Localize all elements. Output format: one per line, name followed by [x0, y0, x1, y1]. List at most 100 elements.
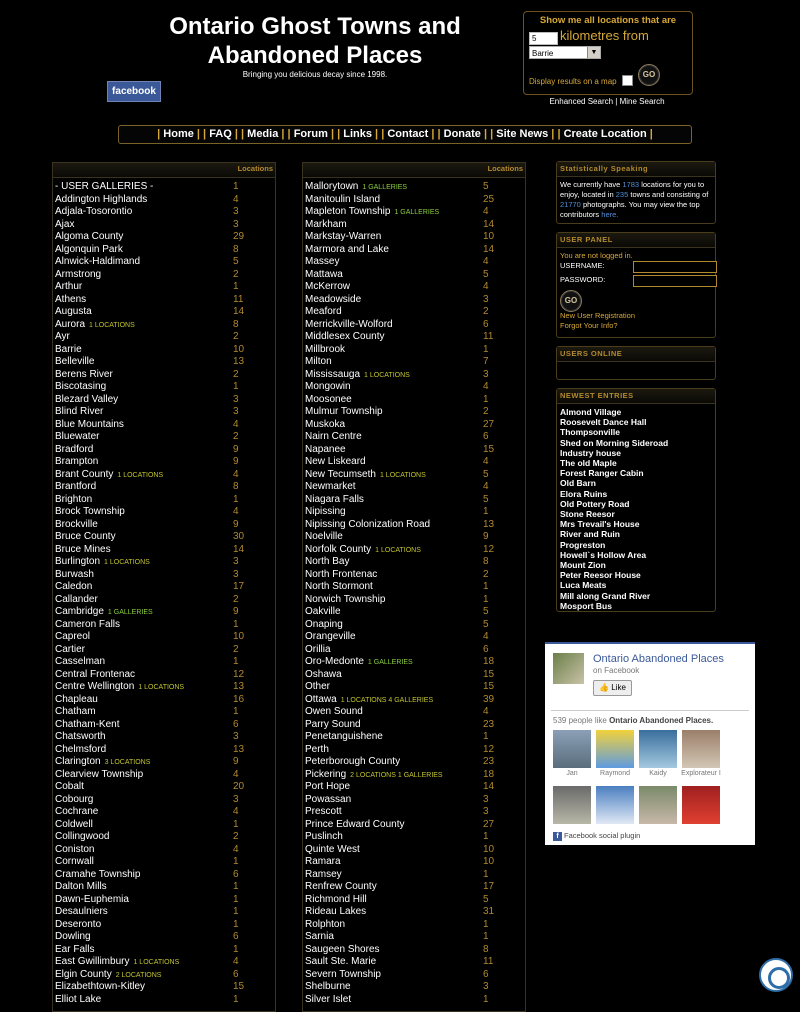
location-name[interactable]: Sarnia: [305, 931, 334, 944]
location-extra-badge[interactable]: 1 GALLERIES: [394, 209, 439, 216]
newest-entry-link[interactable]: Howell`s Hollow Area: [560, 550, 712, 560]
location-row[interactable]: Cobalt 20: [53, 781, 275, 794]
location-name[interactable]: Chelmsford: [55, 744, 106, 757]
location-row[interactable]: Shelburne 3: [303, 981, 525, 994]
nav-item-site-news[interactable]: Site News: [496, 128, 548, 140]
top-contributors-link[interactable]: here.: [601, 210, 618, 219]
nav-item-media[interactable]: Media: [247, 128, 278, 140]
location-row[interactable]: Ayr 2: [53, 331, 275, 344]
location-name[interactable]: Norwich Township: [305, 594, 385, 607]
register-link[interactable]: New User Registration: [560, 311, 712, 321]
location-row[interactable]: Richmond Hill 5: [303, 894, 525, 907]
location-row[interactable]: Brighton 1: [53, 494, 275, 507]
location-row[interactable]: Callander 2: [53, 594, 275, 607]
location-row[interactable]: Saugeen Shores 8: [303, 944, 525, 957]
newest-entry-link[interactable]: Mount Zion: [560, 560, 712, 570]
location-name[interactable]: Cartier: [55, 644, 85, 657]
location-name[interactable]: Cambridge 1 GALLERIES: [55, 606, 153, 620]
location-name[interactable]: Chatham: [55, 706, 96, 719]
username-input[interactable]: [633, 261, 717, 273]
newest-entry-link[interactable]: Old Barn: [560, 478, 712, 488]
location-name[interactable]: Moosonee: [305, 394, 352, 407]
location-row[interactable]: Dalton Mills 1: [53, 881, 275, 894]
location-row[interactable]: Brant County 1 LOCATIONS 4: [53, 469, 275, 482]
location-name[interactable]: Renfrew County: [305, 881, 377, 894]
location-name[interactable]: Brighton: [55, 494, 92, 507]
location-row[interactable]: Collingwood 2: [53, 831, 275, 844]
location-name[interactable]: Ajax: [55, 219, 74, 232]
newest-entry-link[interactable]: Peter Reesor House: [560, 570, 712, 580]
newest-entry-link[interactable]: Progreston: [560, 540, 712, 550]
location-name[interactable]: Shelburne: [305, 981, 351, 994]
location-name[interactable]: Penetanguishene: [305, 731, 383, 744]
location-extra-badge[interactable]: 1 GALLERIES: [362, 184, 407, 191]
location-name[interactable]: Severn Township: [305, 969, 381, 982]
location-name[interactable]: Prince Edward County: [305, 819, 405, 832]
newest-entry-link[interactable]: Luca Meats: [560, 580, 712, 590]
location-row[interactable]: Mongowin 4: [303, 381, 525, 394]
fan-name[interactable]: Jan: [552, 770, 592, 777]
location-name[interactable]: North Frontenac: [305, 569, 377, 582]
fb-page-name[interactable]: Ontario Abandoned Places: [593, 653, 724, 665]
fan-avatar[interactable]: [596, 786, 634, 824]
location-name[interactable]: Brant County 1 LOCATIONS: [55, 469, 163, 483]
location-row[interactable]: Marmora and Lake 14: [303, 244, 525, 257]
location-row[interactable]: Mattawa 5: [303, 269, 525, 282]
location-row[interactable]: Mapleton Township 1 GALLERIES 4: [303, 206, 525, 219]
location-name[interactable]: Middlesex County: [305, 331, 384, 344]
fan-avatar[interactable]: [553, 730, 591, 768]
location-name[interactable]: Markstay-Warren: [305, 231, 381, 244]
location-name[interactable]: Augusta: [55, 306, 92, 319]
location-extra-badge[interactable]: 1 LOCATIONS: [104, 559, 150, 566]
location-name[interactable]: Elgin County 2 LOCATIONS: [55, 969, 161, 983]
location-row[interactable]: Central Frontenac 12: [53, 669, 275, 682]
location-row[interactable]: Norfolk County 1 LOCATIONS 12: [303, 544, 525, 557]
location-name[interactable]: Collingwood: [55, 831, 109, 844]
location-name[interactable]: Norfolk County 1 LOCATIONS: [305, 544, 421, 558]
location-row[interactable]: Addington Highlands 4: [53, 194, 275, 207]
fb-footer-text[interactable]: Facebook social plugin: [564, 831, 640, 840]
location-row[interactable]: Moosonee 1: [303, 394, 525, 407]
location-name[interactable]: Adjala-Tosorontio: [55, 206, 132, 219]
location-name[interactable]: Meaford: [305, 306, 342, 319]
nav-item-donate[interactable]: Donate: [444, 128, 481, 140]
location-row[interactable]: Dawn-Euphemia 1: [53, 894, 275, 907]
location-row[interactable]: Orangeville 4: [303, 631, 525, 644]
location-name[interactable]: Cobalt: [55, 781, 84, 794]
login-go-button[interactable]: GO: [560, 290, 582, 312]
location-name[interactable]: Blind River: [55, 406, 103, 419]
fan-avatar[interactable]: [682, 730, 720, 768]
location-name[interactable]: Mallorytown 1 GALLERIES: [305, 181, 407, 195]
location-name[interactable]: Clarington 3 LOCATIONS: [55, 756, 150, 770]
password-input[interactable]: [633, 275, 717, 287]
location-name[interactable]: Chapleau: [55, 694, 98, 707]
location-name[interactable]: Rideau Lakes: [305, 906, 366, 919]
location-extra-badge[interactable]: 1 LOCATIONS 4 GALLERIES: [341, 697, 433, 704]
location-row[interactable]: Clarington 3 LOCATIONS 9: [53, 756, 275, 769]
map-checkbox[interactable]: [622, 75, 633, 86]
location-row[interactable]: Caledon 17: [53, 581, 275, 594]
location-row[interactable]: Oakville 5: [303, 606, 525, 619]
location-name[interactable]: Niagara Falls: [305, 494, 364, 507]
location-name[interactable]: Orangeville: [305, 631, 356, 644]
location-name[interactable]: Callander: [55, 594, 98, 607]
fan-avatar[interactable]: [553, 786, 591, 824]
location-row[interactable]: Orillia 6: [303, 644, 525, 657]
newest-entry-link[interactable]: Industry house: [560, 448, 712, 458]
location-row[interactable]: Rolphton 1: [303, 919, 525, 932]
location-name[interactable]: Prescott: [305, 806, 342, 819]
location-name[interactable]: Port Hope: [305, 781, 350, 794]
location-row[interactable]: Bruce Mines 14: [53, 544, 275, 557]
location-name[interactable]: Chatsworth: [55, 731, 106, 744]
location-row[interactable]: Markham 14: [303, 219, 525, 232]
location-row[interactable]: Athens 11: [53, 294, 275, 307]
location-row[interactable]: Nairn Centre 6: [303, 431, 525, 444]
location-row[interactable]: Norwich Township 1: [303, 594, 525, 607]
location-row[interactable]: Aurora 1 LOCATIONS 8: [53, 319, 275, 332]
nav-item-links[interactable]: Links: [343, 128, 372, 140]
location-name[interactable]: Brock Township: [55, 506, 125, 519]
location-name[interactable]: Burlington 1 LOCATIONS: [55, 556, 150, 570]
location-row[interactable]: Powassan 3: [303, 794, 525, 807]
location-row[interactable]: Burwash 3: [53, 569, 275, 582]
location-name[interactable]: Markham: [305, 219, 347, 232]
